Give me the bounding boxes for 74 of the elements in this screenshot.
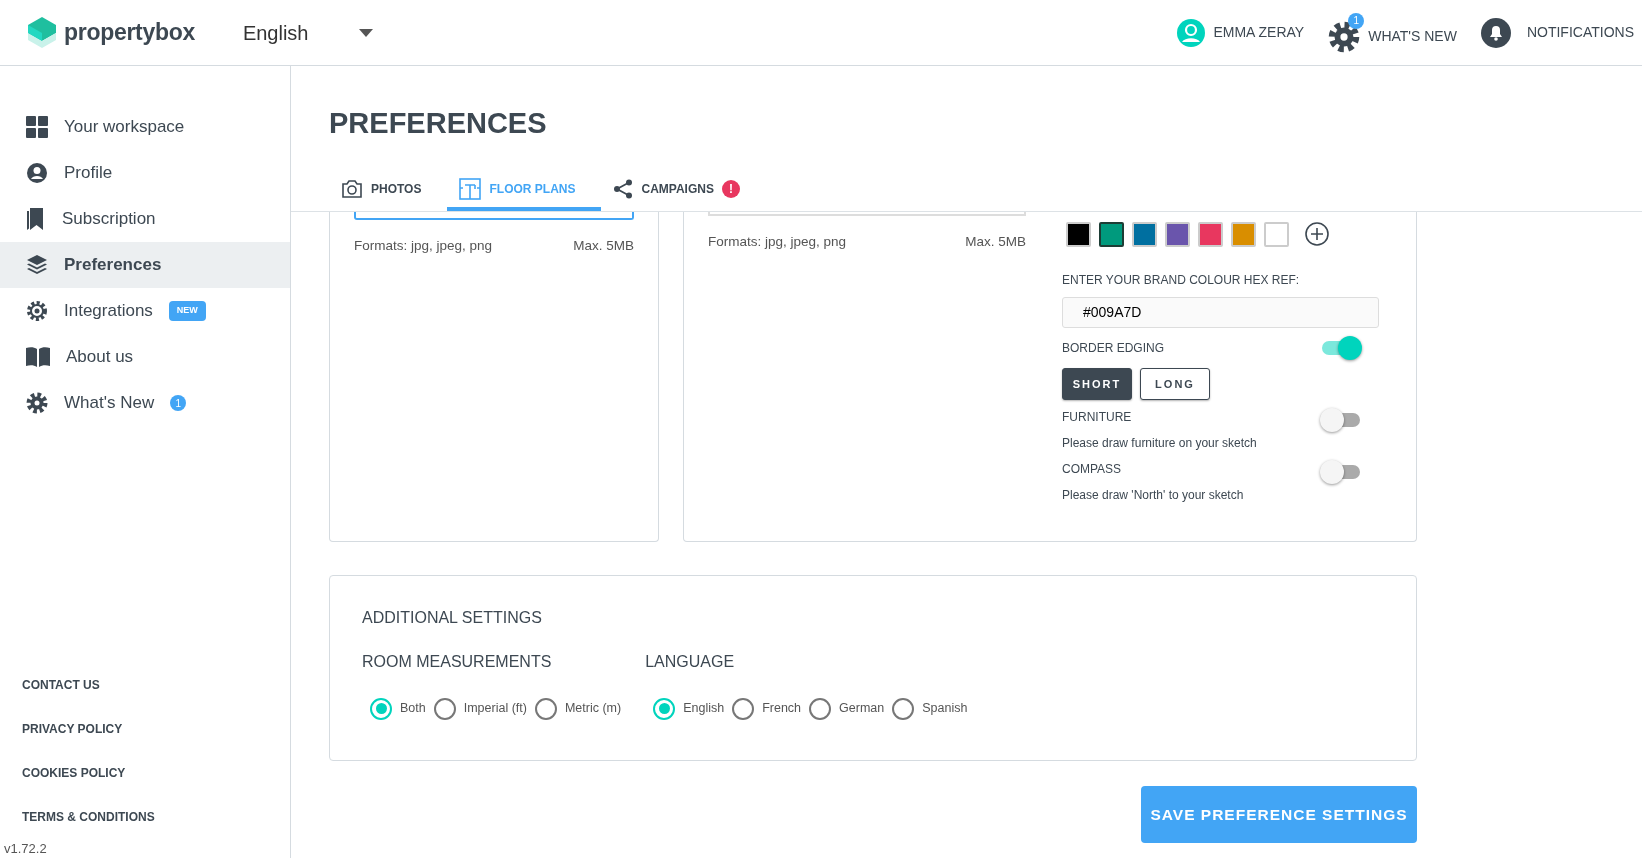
language-dropdown[interactable]: English — [242, 17, 373, 48]
floor-plan-icon — [459, 178, 482, 201]
hex-input-field[interactable]: #009A7D — [1062, 296, 1379, 328]
upload-dropzone[interactable] — [354, 211, 634, 220]
edge-option-button[interactable]: SHORT — [1062, 367, 1132, 400]
formats-text: Formats: jpg, jpeg, png — [354, 236, 493, 255]
whats-new-link[interactable]: WHAT'S NEW 1 — [1328, 12, 1457, 53]
bell-icon — [1480, 17, 1511, 48]
sidebar-item[interactable]: What's New 1 — [0, 380, 290, 426]
setting-label: FURNITURE — [1062, 408, 1133, 426]
caret-icon — [358, 28, 373, 37]
setting-hint: Please draw 'North' to your sketch — [1062, 486, 1244, 504]
gear-icon — [26, 392, 48, 414]
setting-label: BORDER EDGING — [1062, 339, 1164, 357]
sidebar-item[interactable]: About us — [0, 334, 290, 380]
alert-badge: ! — [721, 180, 740, 199]
radio-label: Metric (m) — [564, 700, 622, 718]
sidebar-item[interactable]: Integrations NEW — [0, 288, 290, 334]
radio-button[interactable] — [433, 697, 456, 720]
layers-icon — [26, 254, 48, 276]
radio-button[interactable] — [892, 697, 915, 720]
cog-icon — [26, 300, 48, 322]
sidebar-item[interactable]: Your workspace — [0, 104, 290, 150]
sidebar-item[interactable]: Profile — [0, 150, 290, 196]
radio-label: Spanish — [922, 700, 968, 718]
radio-label: Imperial (ft) — [463, 700, 527, 718]
radio-label: French — [762, 700, 802, 718]
camera-icon — [341, 179, 363, 200]
user-avatar-icon — [1177, 18, 1206, 47]
notifications-link[interactable]: NOTIFICATIONS — [1480, 17, 1634, 48]
max-size-text: Max. 5MB — [573, 236, 634, 255]
count-badge: 1 — [1348, 12, 1365, 29]
setting-hint: Please draw furniture on your sketch — [1062, 434, 1257, 452]
colour-swatch[interactable] — [1099, 221, 1124, 247]
toggle-switch[interactable] — [1320, 459, 1362, 484]
section-title: ADDITIONAL SETTINGS — [362, 607, 543, 628]
count-badge: 1 — [170, 395, 187, 411]
logo-icon — [28, 17, 56, 48]
toggle-switch[interactable] — [1320, 407, 1362, 432]
share-icon — [613, 179, 634, 200]
setting-label: COMPASS — [1062, 460, 1123, 478]
footer-link[interactable]: COOKIES POLICY — [0, 750, 290, 795]
max-size-text: Max. 5MB — [965, 232, 1026, 251]
radio-button[interactable] — [653, 697, 676, 720]
sidebar-item[interactable]: Preferences — [0, 242, 290, 288]
book-icon — [26, 347, 50, 367]
bookmark-icon — [26, 208, 46, 230]
radio-label: Both — [400, 700, 426, 718]
tab[interactable]: PHOTOS — [329, 171, 448, 211]
person-icon — [26, 162, 48, 184]
version-text: v1.72.2 — [3, 839, 48, 858]
footer-link[interactable]: CONTACT US — [0, 662, 290, 707]
formats-text: Formats: jpg, jpeg, png — [708, 232, 847, 251]
sidebar-item[interactable]: Subscription — [0, 196, 290, 242]
user-menu[interactable]: EMMA ZERAY — [1177, 18, 1305, 47]
tab[interactable]: CAMPAIGNS ! — [601, 171, 766, 211]
group-title: ROOM MEASUREMENTS — [362, 651, 553, 672]
hex-label: ENTER YOUR BRAND COLOUR HEX REF: — [1062, 271, 1301, 289]
radio-button[interactable] — [809, 697, 832, 720]
footer-link[interactable]: PRIVACY POLICY — [0, 706, 290, 751]
page-title: PREFERENCES — [329, 106, 548, 141]
group-title: LANGUAGE — [645, 651, 736, 672]
logo-text: propertybox — [64, 18, 195, 48]
edge-option-button[interactable]: LONG — [1140, 367, 1210, 400]
footer-link[interactable]: TERMS & CONDITIONS — [0, 794, 290, 839]
toggle-switch[interactable] — [1320, 335, 1362, 360]
new-badge: NEW — [168, 301, 206, 321]
add-icon[interactable] — [1305, 222, 1329, 247]
radio-label: German — [839, 700, 885, 718]
radio-button[interactable] — [534, 697, 557, 720]
radio-label: English — [683, 700, 725, 718]
radio-button[interactable] — [732, 697, 755, 720]
grid-icon — [26, 116, 48, 138]
radio-button[interactable] — [370, 697, 392, 720]
